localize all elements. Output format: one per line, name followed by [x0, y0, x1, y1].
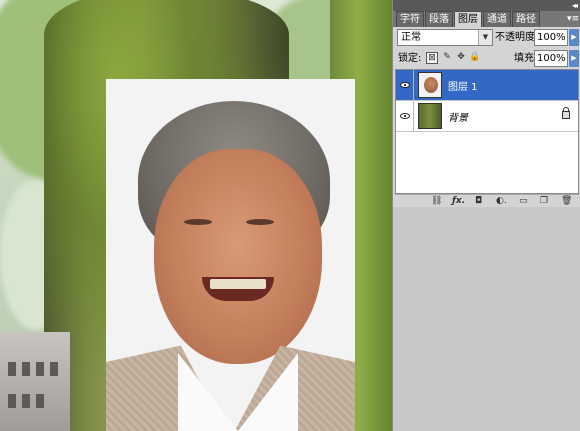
lock-fill-row: 锁定: ⊠ ✎ ✥ 🔒 填充: 100% ▶ [393, 48, 580, 69]
lock-transparent-icon[interactable]: ⊠ [426, 52, 438, 64]
new-layer-icon[interactable]: ❐ [540, 195, 548, 207]
fill-input[interactable]: 100% [534, 50, 568, 67]
lock-position-icon[interactable]: ✥ [455, 52, 467, 64]
opacity-input[interactable]: 100% [534, 29, 568, 46]
blend-mode-value: 正常 [401, 32, 421, 43]
layers-list: 图层 1 背景 [395, 69, 579, 194]
tab-layers[interactable]: 图层 [454, 11, 482, 27]
portrait-eye-right [246, 219, 274, 225]
lock-label: 锁定: [398, 53, 422, 64]
building [0, 332, 70, 431]
panel-empty-area [393, 207, 580, 431]
link-layers-icon[interactable]: ⛓ [431, 195, 442, 207]
portrait-teeth [210, 279, 266, 289]
blend-opacity-row: 正常 ▼ 不透明度: 100% ▶ [393, 27, 580, 48]
opacity-label: 不透明度: [495, 32, 539, 43]
tab-channels[interactable]: 通道 [483, 11, 511, 27]
lock-icon [562, 107, 570, 119]
panel-tabs: 字符 段落 图层 通道 路径 ▾≡ [393, 11, 580, 27]
visibility-toggle[interactable] [396, 101, 414, 131]
layer-name[interactable]: 图层 1 [448, 78, 478, 93]
layer-thumbnail [418, 72, 442, 98]
tab-paragraph[interactable]: 段落 [425, 11, 453, 27]
portrait-eye-left [184, 219, 212, 225]
lock-pixels-icon[interactable]: ✎ [441, 52, 453, 64]
chevron-down-icon[interactable]: ▼ [478, 30, 492, 45]
layer-row-background[interactable]: 背景 [396, 101, 578, 132]
fill-slider-button[interactable]: ▶ [569, 50, 579, 67]
layer-thumbnail [418, 103, 442, 129]
trash-icon[interactable]: 🗑 [561, 195, 572, 207]
fx-icon[interactable]: ƒx. [452, 195, 465, 207]
blend-mode-select[interactable]: 正常 ▼ [397, 29, 493, 46]
lock-all-icon[interactable]: 🔒 [469, 52, 481, 64]
tab-paths[interactable]: 路径 [512, 11, 540, 27]
panel-titlebar[interactable]: ◂◂ [393, 0, 580, 11]
portrait-layer-image[interactable] [106, 79, 355, 431]
panel-menu-icon[interactable]: ▾≡ [566, 11, 580, 27]
layer-name[interactable]: 背景 [448, 109, 468, 124]
layers-bottom-toolbar: ⛓ ƒx. ◘ ◐. ▭ ❐ 🗑 [395, 194, 579, 207]
add-mask-icon[interactable]: ◘ [475, 195, 482, 207]
portrait-face [154, 149, 322, 364]
visibility-toggle[interactable] [396, 70, 414, 100]
adjustment-layer-icon[interactable]: ◐. [496, 195, 507, 207]
tab-character[interactable]: 字符 [396, 11, 424, 27]
opacity-slider-button[interactable]: ▶ [569, 29, 579, 46]
collapse-panel-icon[interactable]: ◂◂ [572, 0, 578, 11]
layers-panel: ◂◂ 字符 段落 图层 通道 路径 ▾≡ 正常 ▼ 不透明度: 100% ▶ 锁… [392, 0, 580, 431]
document-canvas[interactable] [0, 0, 392, 431]
eye-icon [399, 82, 410, 88]
layer-row-layer1[interactable]: 图层 1 [396, 70, 578, 101]
new-group-icon[interactable]: ▭ [519, 195, 528, 207]
eye-icon [399, 113, 410, 119]
